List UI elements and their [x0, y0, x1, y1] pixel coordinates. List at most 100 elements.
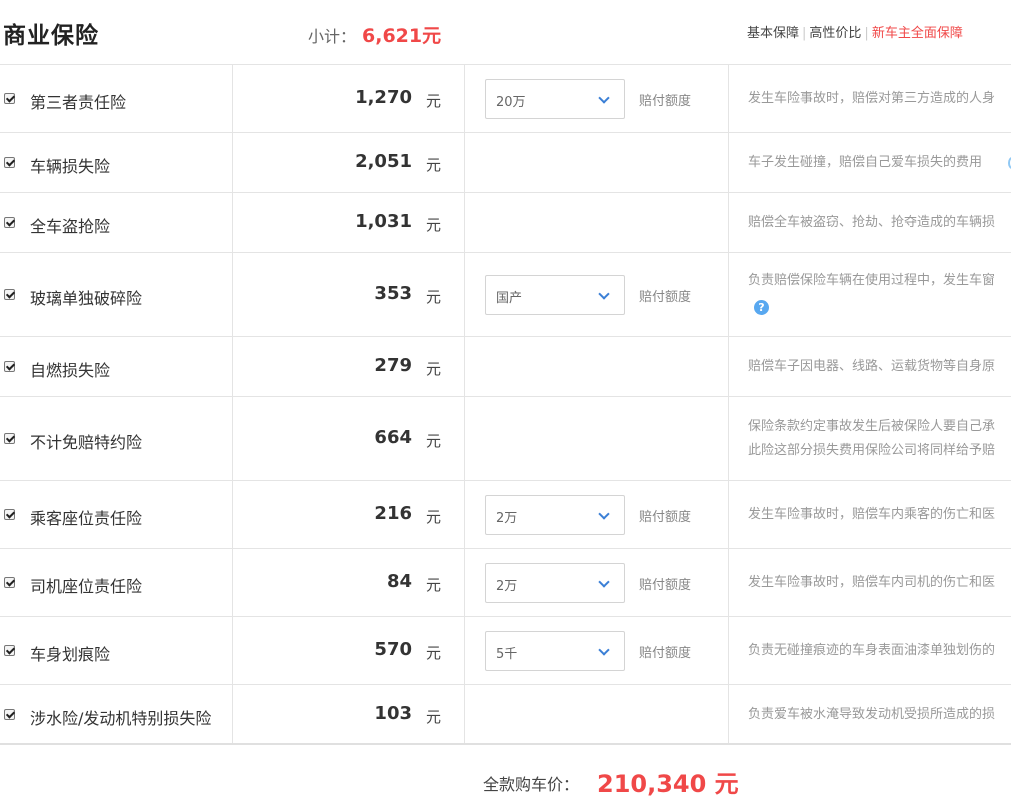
price-unit: 元 [426, 156, 442, 174]
coverage-checkbox[interactable] [4, 433, 15, 444]
description-line: 赔偿全车被盗窃、抢劫、抢夺造成的车辆损 [748, 215, 996, 230]
insurance-row: 自燃损失险 279 元 赔偿车子因电器、线路、运载货物等自身原 [0, 337, 1011, 397]
column-divider [464, 133, 465, 192]
description-line: 负责无碰撞痕迹的车身表面油漆单独划伤的 [748, 643, 996, 658]
coverage-description: 保险条款约定事故发生后被保险人要自己承 此险这部分损失费用保险公司将同样给予赔 [748, 415, 1011, 463]
column-divider [464, 337, 465, 396]
select-value: 国产 [496, 291, 523, 306]
select-value: 5千 [496, 647, 518, 662]
chevron-down-icon [598, 508, 610, 520]
column-divider [728, 253, 729, 336]
tab-best-value[interactable]: 高性价比 [809, 26, 861, 41]
insurance-row: 车身划痕险 570 元 5千 赔付额度 负责无碰撞痕迹的车身表面油漆单独划伤的 [0, 617, 1011, 685]
column-divider [232, 397, 233, 480]
coverage-checkbox[interactable] [4, 93, 15, 104]
coverage-checkbox[interactable] [4, 361, 15, 372]
coverage-checkbox[interactable] [4, 157, 15, 168]
coverage-name: 不计免赔特约险 [30, 433, 143, 452]
coverage-description: 负责无碰撞痕迹的车身表面油漆单独划伤的 [748, 639, 1011, 663]
coverage-checkbox[interactable] [4, 577, 15, 588]
coverage-limit-select[interactable]: 5千 [485, 631, 625, 671]
insurance-table: 第三者责任险 1,270 元 20万 赔付额度 发生车险事故时，赔偿对第三方造成的人身… [0, 64, 1011, 745]
coverage-price: 1,270 [355, 87, 412, 108]
price-unit: 元 [426, 92, 442, 110]
price-unit: 元 [426, 508, 442, 526]
coverage-price: 664 [374, 427, 412, 448]
coverage-description: 赔偿车子因电器、线路、运载货物等自身原 [748, 355, 1011, 379]
coverage-name: 玻璃单独破碎险 [30, 289, 143, 308]
description-line: 发生车险事故时，赔偿对第三方造成的人身 [748, 91, 996, 106]
coverage-checkbox[interactable] [4, 289, 15, 300]
coverage-limit-select[interactable]: 国产 [485, 275, 625, 315]
coverage-limit-select[interactable]: 20万 [485, 79, 625, 119]
coverage-description: 发生车险事故时，赔偿车内司机的伤亡和医 [748, 571, 1011, 595]
insurance-row: 不计免赔特约险 664 元 保险条款约定事故发生后被保险人要自己承 此险这部分损失费用保… [0, 397, 1011, 481]
select-value: 2万 [496, 579, 518, 594]
price-unit: 元 [426, 644, 442, 662]
coverage-checkbox[interactable] [4, 709, 15, 720]
tab-basic-coverage[interactable]: 基本保障 [747, 26, 799, 41]
coverage-description: 车子发生碰撞，赔偿自己爱车损失的费用 [748, 151, 1011, 175]
coverage-limit-select[interactable]: 2万 [485, 495, 625, 535]
chevron-down-icon [598, 576, 610, 588]
tab-new-owner-full-coverage[interactable]: 新车主全面保障 [872, 26, 963, 41]
limit-label: 赔付额度 [639, 290, 692, 305]
coverage-price: 216 [374, 503, 412, 524]
coverage-price: 353 [374, 283, 412, 304]
coverage-description: 发生车险事故时，赔偿对第三方造成的人身 [748, 87, 1011, 111]
column-divider [232, 481, 233, 548]
column-divider [232, 253, 233, 336]
coverage-limit-select[interactable]: 2万 [485, 563, 625, 603]
coverage-name: 车辆损失险 [30, 157, 111, 176]
column-divider [232, 65, 233, 132]
help-icon[interactable]: ? [754, 300, 769, 315]
select-value: 2万 [496, 511, 518, 526]
coverage-name: 司机座位责任险 [30, 577, 143, 596]
column-divider [728, 617, 729, 684]
coverage-name: 乘客座位责任险 [30, 509, 143, 528]
tab-divider: | [864, 26, 869, 41]
column-divider [464, 685, 465, 743]
price-unit: 元 [426, 360, 442, 378]
column-divider [232, 685, 233, 743]
insurance-row: 乘客座位责任险 216 元 2万 赔付额度 发生车险事故时，赔偿车内乘客的伤亡和医 [0, 481, 1011, 549]
section-title: 商业保险 [3, 23, 99, 49]
coverage-price: 103 [374, 703, 412, 724]
coverage-checkbox[interactable] [4, 509, 15, 520]
insurance-row: 车辆损失险 2,051 元 车子发生碰撞，赔偿自己爱车损失的费用 [0, 133, 1011, 193]
column-divider [728, 397, 729, 480]
price-unit: 元 [426, 576, 442, 594]
description-line: 车子发生碰撞，赔偿自己爱车损失的费用 [748, 155, 983, 170]
column-divider [464, 549, 465, 616]
select-value: 20万 [496, 95, 526, 110]
coverage-description: 负责赔偿保险车辆在使用过程中，发生车窗 [748, 269, 1011, 293]
coverage-description: 发生车险事故时，赔偿车内乘客的伤亡和医 [748, 503, 1011, 527]
insurance-row: 司机座位责任险 84 元 2万 赔付额度 发生车险事故时，赔偿车内司机的伤亡和医 [0, 549, 1011, 617]
coverage-name: 自燃损失险 [30, 361, 111, 380]
column-divider [232, 549, 233, 616]
column-divider [464, 617, 465, 684]
coverage-checkbox[interactable] [4, 217, 15, 228]
subtotal: 小计： 6,621元 [308, 21, 441, 48]
column-divider [728, 193, 729, 252]
total-price-value: 210,340 元 [597, 770, 739, 798]
chevron-down-icon [598, 288, 610, 300]
coverage-price: 279 [374, 355, 412, 376]
price-unit: 元 [426, 288, 442, 306]
column-divider [728, 337, 729, 396]
price-footer: 全款购车价： 210,340 元 [0, 748, 1011, 798]
subtotal-value: 6,621元 [362, 25, 442, 47]
chevron-down-icon [598, 92, 610, 104]
coverage-name: 车身划痕险 [30, 645, 111, 664]
package-tabs: 基本保障 | 高性价比 | 新车主全面保障 [747, 22, 963, 41]
column-divider [232, 337, 233, 396]
coverage-checkbox[interactable] [4, 645, 15, 656]
limit-label: 赔付额度 [639, 646, 692, 661]
insurance-row: 涉水险/发动机特别损失险 103 元 负责爱车被水淹导致发动机受损所造成的损 [0, 685, 1011, 745]
coverage-price: 1,031 [355, 211, 412, 232]
coverage-price: 84 [386, 571, 412, 592]
subtotal-label: 小计： [308, 27, 357, 46]
column-divider [232, 617, 233, 684]
column-divider [232, 193, 233, 252]
description-line: 赔偿车子因电器、线路、运载货物等自身原 [748, 359, 996, 374]
